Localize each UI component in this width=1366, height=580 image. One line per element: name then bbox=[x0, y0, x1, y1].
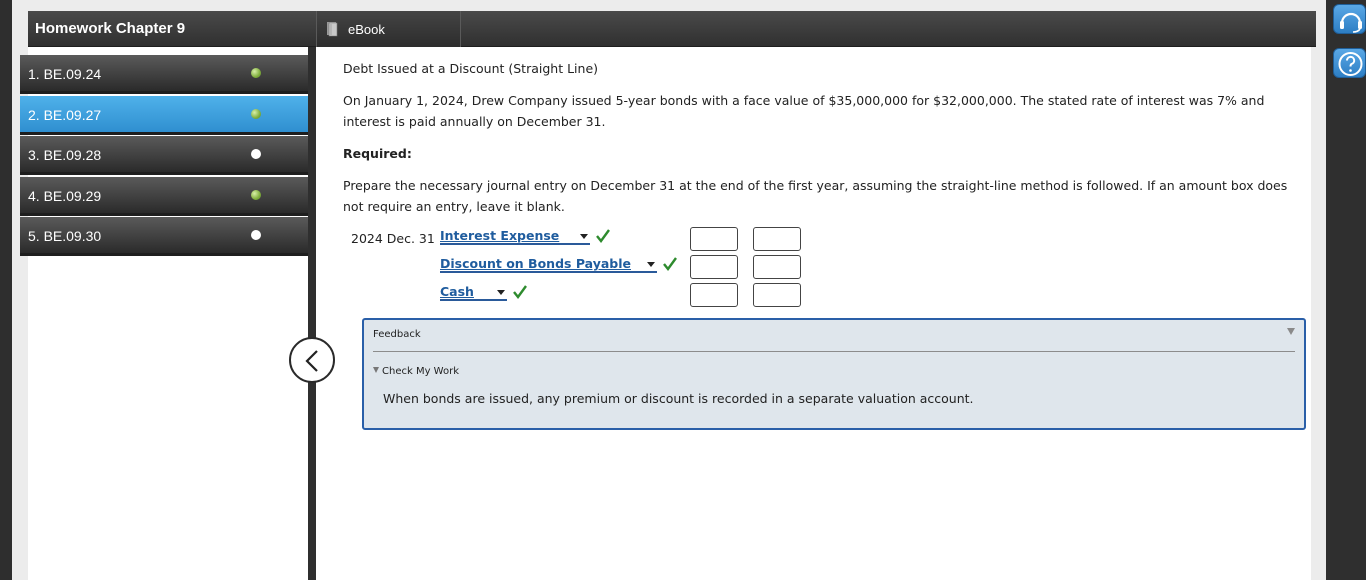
sidebar-item-label: 1. BE.09.24 bbox=[28, 66, 102, 82]
status-dot-done bbox=[251, 68, 261, 78]
ebook-tab-label: eBook bbox=[348, 22, 385, 37]
window-left-edge bbox=[0, 0, 12, 580]
credit-amount-input-2[interactable] bbox=[753, 255, 801, 279]
support-button[interactable] bbox=[1333, 4, 1366, 34]
chevron-down-icon bbox=[497, 290, 505, 295]
question-text: On January 1, 2024, Drew Company issued … bbox=[343, 93, 1265, 129]
sidebar-item-label: 2. BE.09.27 bbox=[28, 107, 102, 123]
feedback-title: Feedback bbox=[373, 329, 421, 340]
sidebar-item-label: 4. BE.09.29 bbox=[28, 188, 102, 204]
debit-amount-input-3[interactable] bbox=[690, 283, 738, 307]
account-select-value: Discount on Bonds Payable bbox=[440, 256, 631, 271]
book-icon bbox=[327, 22, 338, 37]
ebook-tab[interactable]: eBook bbox=[316, 11, 461, 47]
feedback-panel: Feedback Check My Work When bonds are is… bbox=[362, 318, 1306, 430]
journal-date: 2024 Dec. 31 bbox=[351, 231, 435, 246]
divider bbox=[373, 351, 1295, 352]
collapse-sidebar-button[interactable] bbox=[289, 337, 335, 383]
debit-amount-input-2[interactable] bbox=[690, 255, 738, 279]
status-dot-done bbox=[251, 190, 261, 200]
account-select-2[interactable]: Discount on Bonds Payable bbox=[440, 257, 657, 273]
headset-icon bbox=[1340, 12, 1362, 33]
credit-amount-input-1[interactable] bbox=[753, 227, 801, 251]
assignment-title: Homework Chapter 9 bbox=[35, 20, 186, 37]
debit-amount-input-1[interactable] bbox=[690, 227, 738, 251]
feedback-message: When bonds are issued, any premium or di… bbox=[383, 391, 974, 406]
triangle-down-icon bbox=[373, 367, 379, 373]
question-list: 1. BE.09.24 2. BE.09.27 3. BE.09.28 4. B… bbox=[20, 47, 308, 580]
chevron-down-icon bbox=[580, 234, 588, 239]
sidebar-item-be0927[interactable]: 2. BE.09.27 bbox=[20, 96, 308, 135]
sidebar-item-be0924[interactable]: 1. BE.09.24 bbox=[20, 55, 308, 94]
right-tool-rail bbox=[1326, 0, 1366, 580]
help-button[interactable] bbox=[1333, 48, 1366, 78]
sidebar-item-be0928[interactable]: 3. BE.09.28 bbox=[20, 136, 308, 175]
checkmark-icon bbox=[596, 229, 610, 243]
panel-divider[interactable] bbox=[308, 47, 316, 580]
credit-amount-input-3[interactable] bbox=[753, 283, 801, 307]
sidebar-item-label: 5. BE.09.30 bbox=[28, 228, 102, 244]
required-label: Required: bbox=[343, 146, 412, 161]
instructions-text: Prepare the necessary journal entry on D… bbox=[343, 178, 1288, 214]
checkmark-icon bbox=[663, 257, 677, 271]
status-dot-done bbox=[251, 109, 261, 119]
question-icon bbox=[1338, 52, 1363, 76]
collapse-toggle-icon[interactable] bbox=[1287, 328, 1295, 335]
header-bar: Homework Chapter 9 eBook bbox=[28, 11, 1316, 47]
account-select-value: Interest Expense bbox=[440, 228, 560, 243]
checkmark-icon bbox=[513, 285, 527, 299]
chevron-left-icon bbox=[305, 350, 318, 372]
chevron-down-icon bbox=[647, 262, 655, 267]
account-select-value: Cash bbox=[440, 284, 474, 299]
status-dot-open bbox=[251, 149, 261, 159]
check-my-work-toggle[interactable]: Check My Work bbox=[373, 366, 459, 377]
question-heading: Debt Issued at a Discount (Straight Line… bbox=[343, 61, 599, 76]
sidebar-item-be0930[interactable]: 5. BE.09.30 bbox=[20, 217, 308, 256]
sidebar-item-be0929[interactable]: 4. BE.09.29 bbox=[20, 177, 308, 216]
account-select-3[interactable]: Cash bbox=[440, 285, 507, 301]
question-panel: Debt Issued at a Discount (Straight Line… bbox=[316, 47, 1311, 580]
account-select-1[interactable]: Interest Expense bbox=[440, 229, 590, 245]
status-dot-open bbox=[251, 230, 261, 240]
sidebar-item-label: 3. BE.09.28 bbox=[28, 147, 102, 163]
check-my-work-label: Check My Work bbox=[382, 366, 459, 377]
